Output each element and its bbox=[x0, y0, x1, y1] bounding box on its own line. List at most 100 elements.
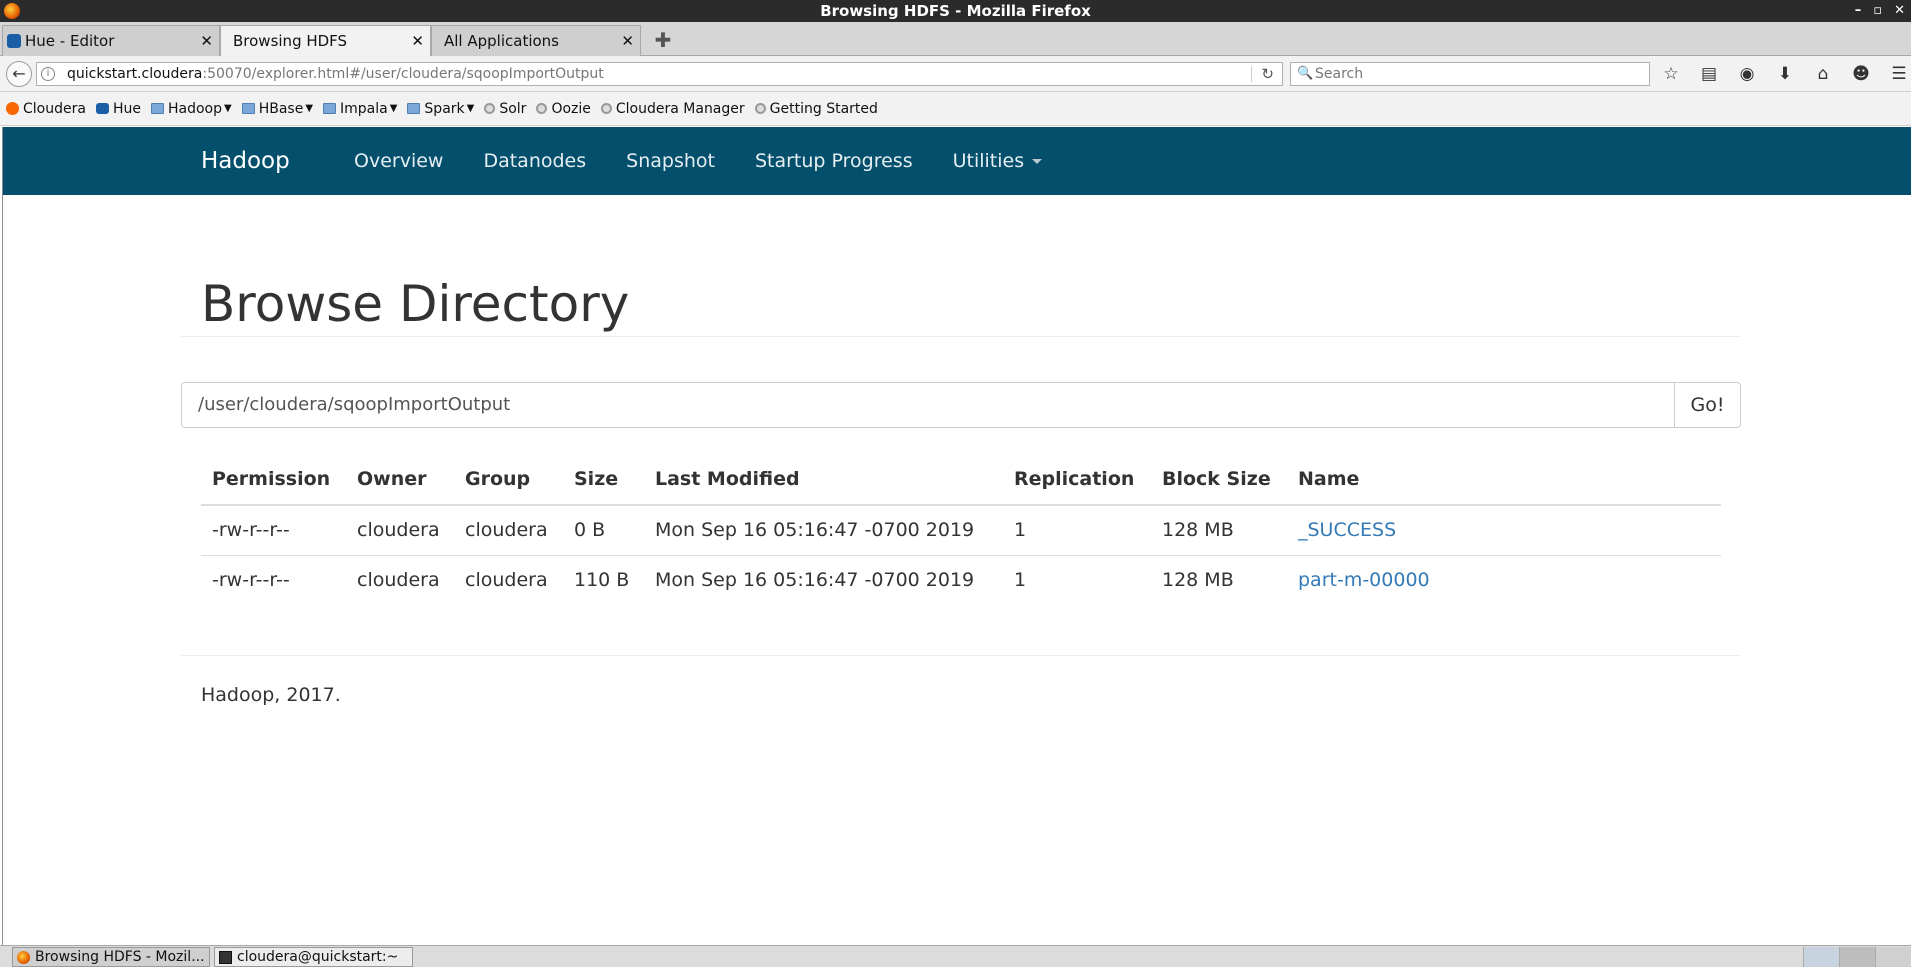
downloads-icon[interactable]: ⬇ bbox=[1774, 62, 1796, 86]
show-desktop-icon[interactable] bbox=[1875, 947, 1911, 967]
cell-name: _SUCCESS bbox=[1287, 505, 1721, 556]
chevron-down-icon: ▼ bbox=[466, 103, 475, 114]
column-header-size[interactable]: Size bbox=[563, 453, 644, 506]
cell-group: cloudera bbox=[465, 569, 548, 592]
url-text: quickstart.cloudera:50070/explorer.html#… bbox=[67, 66, 604, 82]
folder-icon bbox=[150, 103, 164, 114]
cell-last-modified: Mon Sep 16 05:16:47 -0700 2019 bbox=[655, 569, 975, 592]
page-header: Browse Directory bbox=[181, 195, 1741, 337]
chevron-down-icon: ▼ bbox=[223, 103, 232, 114]
column-header-replication[interactable]: Replication bbox=[1003, 453, 1151, 506]
cell-replication: 1 bbox=[1003, 505, 1151, 556]
cell-size: 0 B bbox=[563, 505, 644, 556]
cell-block-size: 128 MB bbox=[1151, 505, 1287, 556]
cloudera-icon bbox=[6, 102, 19, 115]
search-input[interactable]: 🔍 Search bbox=[1290, 62, 1650, 86]
maximize-button[interactable]: ▫ bbox=[1873, 0, 1882, 22]
search-icon: 🔍 bbox=[1297, 66, 1314, 81]
directory-form: /user/cloudera/sqoopImportOutput Go! bbox=[181, 382, 1741, 428]
reload-icon[interactable]: ↻ bbox=[1261, 63, 1274, 85]
nav-snapshot[interactable]: Snapshot bbox=[606, 127, 735, 195]
cell-permission: -rw-r--r-- bbox=[212, 569, 290, 592]
chevron-down-icon: ▼ bbox=[389, 103, 398, 114]
page-footer: Hadoop, 2017. bbox=[181, 655, 1741, 706]
bookmark-solr[interactable]: Solr bbox=[484, 101, 526, 117]
table-row: -rw-r--r-- cloudera cloudera 0 B Mon Sep… bbox=[201, 505, 1721, 556]
pocket-icon[interactable]: ◉ bbox=[1736, 62, 1758, 86]
chat-icon[interactable]: ☻ bbox=[1850, 62, 1872, 86]
workspace-2-icon[interactable] bbox=[1839, 947, 1875, 967]
close-tab-icon[interactable]: ✕ bbox=[200, 26, 213, 56]
globe-icon bbox=[484, 103, 496, 114]
search-placeholder: Search bbox=[1315, 66, 1364, 82]
file-link[interactable]: part-m-00000 bbox=[1298, 569, 1430, 591]
bookmark-folder-impala[interactable]: Impala ▼ bbox=[323, 101, 397, 117]
os-taskbar: Browsing HDFS - Mozil... cloudera@quicks… bbox=[0, 945, 1911, 967]
cell-replication: 1 bbox=[1014, 569, 1027, 592]
globe-icon bbox=[600, 103, 612, 114]
column-header-block-size[interactable]: Block Size bbox=[1151, 453, 1287, 506]
tab-strip: Hue - Editor ✕ Browsing HDFS ✕ All Appli… bbox=[0, 22, 1911, 57]
cell-group: cloudera bbox=[454, 505, 563, 556]
url-bar[interactable]: i quickstart.cloudera:50070/explorer.htm… bbox=[36, 62, 1283, 86]
tab-hue-editor[interactable]: Hue - Editor ✕ bbox=[2, 25, 220, 56]
reading-list-icon[interactable]: ▤ bbox=[1698, 62, 1720, 86]
chevron-down-icon: ▼ bbox=[305, 103, 314, 114]
tab-label: Browsing HDFS bbox=[233, 32, 348, 50]
cell-size: 110 B bbox=[574, 569, 630, 592]
column-header-last-modified[interactable]: Last Modified bbox=[644, 453, 1003, 506]
firefox-icon bbox=[4, 3, 20, 19]
site-info-icon[interactable]: i bbox=[41, 67, 55, 81]
hue-icon bbox=[95, 103, 109, 114]
close-tab-icon[interactable]: ✕ bbox=[411, 26, 424, 56]
nav-overview[interactable]: Overview bbox=[334, 127, 463, 195]
menu-icon[interactable]: ☰ bbox=[1888, 62, 1910, 86]
bookmark-getting-started[interactable]: Getting Started bbox=[754, 101, 878, 117]
column-header-owner[interactable]: Owner bbox=[346, 453, 454, 506]
folder-icon bbox=[241, 103, 255, 114]
system-tray bbox=[1803, 947, 1911, 967]
new-tab-button[interactable]: ✚ bbox=[651, 28, 675, 52]
nav-datanodes[interactable]: Datanodes bbox=[463, 127, 606, 195]
bookmark-oozie[interactable]: Oozie bbox=[536, 101, 591, 117]
minimize-button[interactable]: – bbox=[1855, 0, 1862, 22]
hadoop-brand-link[interactable]: Hadoop bbox=[201, 127, 290, 195]
tab-label: All Applications bbox=[444, 32, 559, 50]
hue-icon bbox=[7, 34, 21, 48]
column-header-group[interactable]: Group bbox=[454, 453, 563, 506]
close-tab-icon[interactable]: ✕ bbox=[621, 26, 634, 56]
cell-owner: cloudera bbox=[357, 569, 440, 592]
window-title: Browsing HDFS - Mozilla Firefox bbox=[820, 2, 1091, 20]
bookmark-folder-hadoop[interactable]: Hadoop ▼ bbox=[150, 101, 232, 117]
cell-last-modified: Mon Sep 16 05:16:47 -0700 2019 bbox=[644, 505, 1003, 556]
column-header-name[interactable]: Name bbox=[1287, 453, 1721, 506]
firefox-icon bbox=[17, 951, 30, 964]
back-button[interactable]: ← bbox=[6, 61, 32, 87]
close-window-button[interactable]: ✕ bbox=[1894, 0, 1905, 22]
column-header-permission[interactable]: Permission bbox=[201, 453, 346, 506]
tab-browsing-hdfs[interactable]: Browsing HDFS ✕ bbox=[220, 25, 431, 57]
bookmark-cloudera[interactable]: Cloudera bbox=[6, 101, 86, 117]
home-icon[interactable]: ⌂ bbox=[1812, 62, 1834, 86]
workspace-1-icon[interactable] bbox=[1803, 947, 1839, 967]
main-container: Browse Directory /user/cloudera/sqoopImp… bbox=[181, 195, 1741, 706]
folder-icon bbox=[407, 103, 421, 114]
nav-utilities-dropdown[interactable]: Utilities bbox=[933, 127, 1063, 195]
cell-name: part-m-00000 bbox=[1287, 555, 1721, 605]
file-link[interactable]: _SUCCESS bbox=[1298, 519, 1396, 541]
tab-all-applications[interactable]: All Applications ✕ bbox=[431, 25, 641, 56]
bookmark-cloudera-manager[interactable]: Cloudera Manager bbox=[600, 101, 745, 117]
bookmark-folder-hbase[interactable]: HBase ▼ bbox=[241, 101, 314, 117]
taskbar-item-terminal[interactable]: cloudera@quickstart:~ bbox=[214, 947, 413, 967]
taskbar-item-firefox[interactable]: Browsing HDFS - Mozil... bbox=[12, 947, 210, 967]
bookmark-star-icon[interactable]: ☆ bbox=[1660, 62, 1682, 86]
page-title: Browse Directory bbox=[201, 275, 630, 333]
terminal-icon bbox=[219, 951, 232, 964]
nav-startup-progress[interactable]: Startup Progress bbox=[735, 127, 933, 195]
bookmark-hue[interactable]: Hue bbox=[95, 101, 141, 117]
directory-input[interactable]: /user/cloudera/sqoopImportOutput bbox=[181, 382, 1675, 428]
tab-label: Hue - Editor bbox=[25, 32, 115, 50]
caret-down-icon bbox=[1032, 159, 1043, 164]
bookmark-folder-spark[interactable]: Spark ▼ bbox=[407, 101, 474, 117]
go-button[interactable]: Go! bbox=[1674, 382, 1741, 428]
